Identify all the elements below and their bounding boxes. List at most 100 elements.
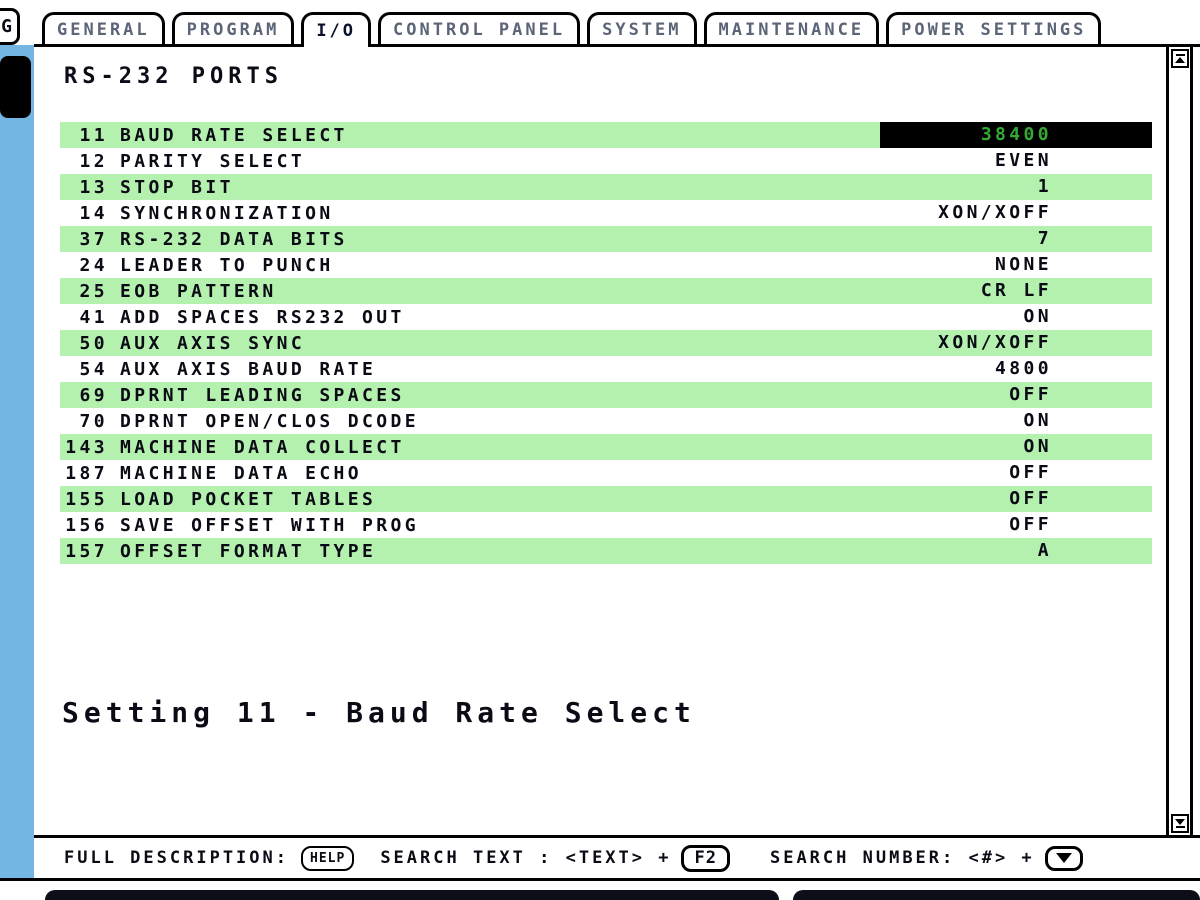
setting-row[interactable]: 187 MACHINE DATA ECHOOFF (60, 460, 1152, 486)
setting-number: 69 (60, 385, 108, 406)
setting-row[interactable]: 24 LEADER TO PUNCHNONE (60, 252, 1152, 278)
setting-name: RS-232 DATA BITS (120, 229, 880, 250)
setting-value: 38400 (880, 122, 1152, 148)
setting-number: 50 (60, 333, 108, 354)
setting-number: 156 (60, 515, 108, 536)
footer-bar: FULL DESCRIPTION: HELP SEARCH TEXT : <TE… (34, 838, 1190, 878)
setting-name: OFFSET FORMAT TYPE (120, 541, 880, 562)
tab-power-settings[interactable]: POWER SETTINGS (886, 12, 1101, 44)
setting-number: 155 (60, 489, 108, 510)
setting-number: 14 (60, 203, 108, 224)
setting-row[interactable]: 54 AUX AXIS BAUD RATE4800 (60, 356, 1152, 382)
scroll-up-button[interactable] (1171, 49, 1189, 68)
setting-row[interactable]: 41 ADD SPACES RS232 OUTON (60, 304, 1152, 330)
full-description-label: FULL DESCRIPTION: (64, 848, 289, 868)
setting-name: MACHINE DATA ECHO (120, 463, 880, 484)
setting-name: STOP BIT (120, 177, 880, 198)
setting-row[interactable]: 37 RS-232 DATA BITS7 (60, 226, 1152, 252)
setting-number: 143 (60, 437, 108, 458)
tab-program[interactable]: PROGRAM (172, 12, 295, 44)
left-sidebar (0, 45, 34, 878)
setting-detail-title: Setting 11 - Baud Rate Select (62, 696, 696, 729)
tab-control-panel[interactable]: CONTROL PANEL (378, 12, 580, 44)
setting-value: CR LF (880, 278, 1152, 304)
setting-name: PARITY SELECT (120, 151, 880, 172)
setting-name: LEADER TO PUNCH (120, 255, 880, 276)
side-tab-g[interactable]: G (0, 8, 20, 45)
setting-name: DPRNT LEADING SPACES (120, 385, 880, 406)
setting-name: AUX AXIS SYNC (120, 333, 880, 354)
setting-value: NONE (880, 252, 1152, 278)
tab-maintenance[interactable]: MAINTENANCE (704, 12, 880, 44)
setting-value: ON (880, 408, 1152, 434)
setting-value: OFF (880, 512, 1152, 538)
setting-row[interactable]: 50 AUX AXIS SYNCXON/XOFF (60, 330, 1152, 356)
sidebar-active-indicator (0, 56, 31, 118)
setting-row[interactable]: 14 SYNCHRONIZATIONXON/XOFF (60, 200, 1152, 226)
tab-i-o[interactable]: I/O (301, 12, 371, 47)
setting-value: XON/XOFF (880, 330, 1152, 356)
setting-number: 13 (60, 177, 108, 198)
tab-general[interactable]: GENERAL (42, 12, 165, 44)
setting-value: OFF (880, 382, 1152, 408)
cursor-down-key[interactable] (1045, 846, 1083, 871)
scroll-down-icon (1176, 826, 1185, 828)
setting-name: SYNCHRONIZATION (120, 203, 880, 224)
setting-number: 24 (60, 255, 108, 276)
setting-number: 41 (60, 307, 108, 328)
scroll-up-icon (1175, 57, 1185, 63)
setting-row[interactable]: 69 DPRNT LEADING SPACESOFF (60, 382, 1152, 408)
setting-value: OFF (880, 486, 1152, 512)
bottom-panel-right (793, 890, 1200, 900)
setting-number: 157 (60, 541, 108, 562)
setting-row[interactable]: 25 EOB PATTERNCR LF (60, 278, 1152, 304)
tab-bar: GENERALPROGRAMI/OCONTROL PANELSYSTEMMAIN… (34, 12, 1200, 47)
setting-value: ON (880, 304, 1152, 330)
setting-value: XON/XOFF (880, 200, 1152, 226)
search-text-label: SEARCH TEXT : <TEXT> + (380, 848, 671, 868)
setting-row[interactable]: 11BAUD RATE SELECT38400 (60, 122, 1152, 148)
setting-value: EVEN (880, 148, 1152, 174)
setting-name: MACHINE DATA COLLECT (120, 437, 880, 458)
setting-name: ADD SPACES RS232 OUT (120, 307, 880, 328)
setting-value: 4800 (880, 356, 1152, 382)
setting-number: 12 (60, 151, 108, 172)
setting-number: 37 (60, 229, 108, 250)
setting-row[interactable]: 143 MACHINE DATA COLLECTON (60, 434, 1152, 460)
setting-row[interactable]: 156 SAVE OFFSET WITH PROGOFF (60, 512, 1152, 538)
setting-name: SAVE OFFSET WITH PROG (120, 515, 880, 536)
setting-number: 187 (60, 463, 108, 484)
scroll-down-icon (1175, 819, 1185, 825)
arrow-down-icon (1056, 853, 1072, 863)
setting-value: A (880, 538, 1152, 564)
scroll-up-icon (1176, 54, 1185, 56)
setting-row[interactable]: 70 DPRNT OPEN/CLOS DCODEON (60, 408, 1152, 434)
tab-system[interactable]: SYSTEM (587, 12, 696, 44)
right-frame-border (1190, 44, 1193, 838)
setting-row[interactable]: 157 OFFSET FORMAT TYPEA (60, 538, 1152, 564)
setting-number: 54 (60, 359, 108, 380)
setting-name: EOB PATTERN (120, 281, 880, 302)
bottom-panel-left (45, 890, 779, 900)
scroll-down-button[interactable] (1171, 814, 1189, 833)
setting-name: DPRNT OPEN/CLOS DCODE (120, 411, 880, 432)
setting-row[interactable]: 155 LOAD POCKET TABLESOFF (60, 486, 1152, 512)
setting-name: LOAD POCKET TABLES (120, 489, 880, 510)
settings-table: 11BAUD RATE SELECT38400 12 PARITY SELECTEV… (60, 122, 1152, 564)
setting-number: 11 (60, 125, 108, 146)
setting-row[interactable]: 12 PARITY SELECTEVEN (60, 148, 1152, 174)
scrollbar[interactable] (1166, 47, 1190, 835)
setting-value: ON (880, 434, 1152, 460)
f2-key[interactable]: F2 (681, 845, 729, 872)
setting-number: 70 (60, 411, 108, 432)
search-number-label: SEARCH NUMBER: <#> + (770, 848, 1035, 868)
bottom-divider (0, 878, 1200, 881)
help-key[interactable]: HELP (301, 846, 354, 871)
setting-value: OFF (880, 460, 1152, 486)
setting-number: 25 (60, 281, 108, 302)
setting-row[interactable]: 13 STOP BIT1 (60, 174, 1152, 200)
setting-value: 7 (880, 226, 1152, 252)
setting-value: 1 (880, 174, 1152, 200)
setting-name: AUX AXIS BAUD RATE (120, 359, 880, 380)
page-title: RS-232 PORTS (64, 64, 283, 89)
